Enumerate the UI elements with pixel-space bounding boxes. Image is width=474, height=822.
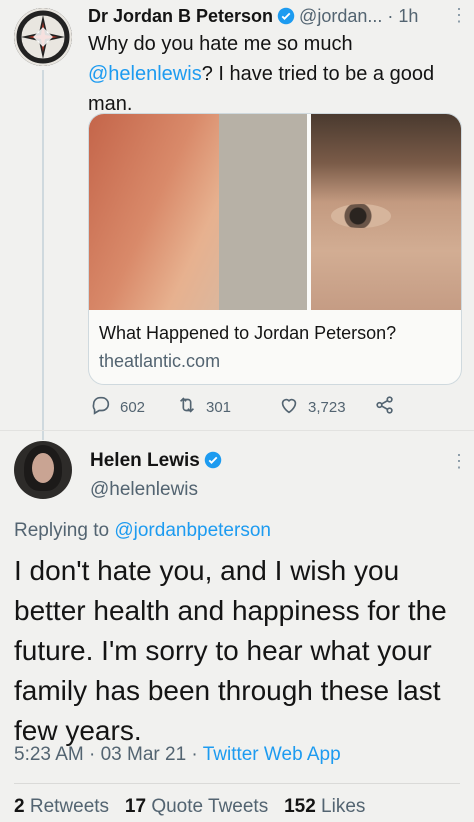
tweet-time[interactable]: 1h bbox=[398, 6, 418, 26]
more-options-icon[interactable]: ⋮ bbox=[450, 451, 468, 472]
mention-link[interactable]: @helenlewis bbox=[88, 63, 202, 85]
quotes-count: 17 bbox=[124, 796, 147, 817]
card-title: What Happened to Jordan Peterson? bbox=[99, 323, 397, 343]
card-image bbox=[89, 114, 461, 310]
tweet-header: Dr Jordan B Peterson @jordan... · 1h bbox=[88, 4, 418, 31]
reply-count: 602 bbox=[120, 398, 146, 416]
divider bbox=[14, 783, 460, 784]
retweet-icon bbox=[176, 394, 198, 420]
like-icon bbox=[278, 394, 300, 420]
retweet-button[interactable]: 301 bbox=[176, 394, 231, 420]
avatar-jordan-peterson[interactable] bbox=[14, 8, 72, 66]
tweet-text-line1: Why do you hate me so much bbox=[88, 33, 353, 55]
likes-stat[interactable]: 152 Likes bbox=[284, 796, 365, 817]
tweet-text: I don't hate you, and I wish you better … bbox=[14, 555, 447, 746]
quotes-stat[interactable]: 17 Quote Tweets bbox=[125, 796, 268, 817]
tweet-timestamp[interactable]: 5:23 AM · 03 Mar 21 · bbox=[14, 744, 198, 765]
card-image-right bbox=[311, 114, 461, 310]
reply-tweet[interactable]: Helen Lewis @helenlewis ⋮ Replying to @j… bbox=[0, 430, 474, 822]
avatar-helen-lewis[interactable] bbox=[14, 441, 72, 499]
author-name-text[interactable]: Helen Lewis bbox=[90, 450, 200, 471]
verified-badge-icon bbox=[204, 451, 222, 476]
like-count: 3,723 bbox=[308, 398, 346, 416]
tweet-meta: 5:23 AM · 03 Mar 21 · Twitter Web App bbox=[14, 743, 341, 767]
replying-to-link[interactable]: @jordanbpeterson bbox=[114, 520, 271, 541]
likes-label: Likes bbox=[321, 796, 366, 817]
tweet-stats: 2 Retweets 17 Quote Tweets 152 Likes bbox=[14, 795, 365, 819]
retweets-stat[interactable]: 2 Retweets bbox=[14, 796, 109, 817]
retweet-count: 301 bbox=[206, 398, 232, 416]
retweets-label: Retweets bbox=[29, 796, 110, 817]
author-handle[interactable]: @jordan... bbox=[299, 6, 382, 26]
author-name[interactable]: Helen Lewis bbox=[90, 449, 226, 476]
link-card[interactable]: What Happened to Jordan Peterson? theatl… bbox=[88, 113, 462, 385]
replying-prefix: Replying to bbox=[14, 520, 110, 541]
quotes-label: Quote Tweets bbox=[151, 796, 269, 817]
retweets-count: 2 bbox=[14, 796, 25, 817]
replying-to: Replying to @jordanbpeterson bbox=[14, 519, 271, 543]
card-domain: theatlantic.com bbox=[99, 351, 221, 371]
reply-icon bbox=[90, 394, 112, 420]
thread-line bbox=[42, 70, 44, 440]
like-button[interactable]: 3,723 bbox=[278, 394, 346, 420]
tweet-text: Why do you hate me so much @helenlewis? … bbox=[88, 29, 448, 119]
share-button[interactable] bbox=[374, 394, 396, 420]
original-tweet[interactable]: Dr Jordan B Peterson @jordan... · 1h ⋮ Wh… bbox=[0, 0, 474, 440]
tweet-actions: 602 301 3,723 bbox=[90, 394, 430, 418]
card-image-left bbox=[89, 114, 307, 310]
separator-dot: · bbox=[387, 6, 394, 26]
verified-badge-icon bbox=[277, 7, 295, 31]
tweet-source-app[interactable]: Twitter Web App bbox=[203, 744, 341, 765]
reply-button[interactable]: 602 bbox=[90, 394, 145, 420]
share-icon bbox=[374, 394, 396, 420]
more-options-icon[interactable]: ⋮ bbox=[450, 6, 468, 24]
likes-count: 152 bbox=[284, 796, 316, 817]
author-handle[interactable]: @helenlewis bbox=[90, 478, 198, 502]
author-name[interactable]: Dr Jordan B Peterson bbox=[88, 6, 273, 26]
